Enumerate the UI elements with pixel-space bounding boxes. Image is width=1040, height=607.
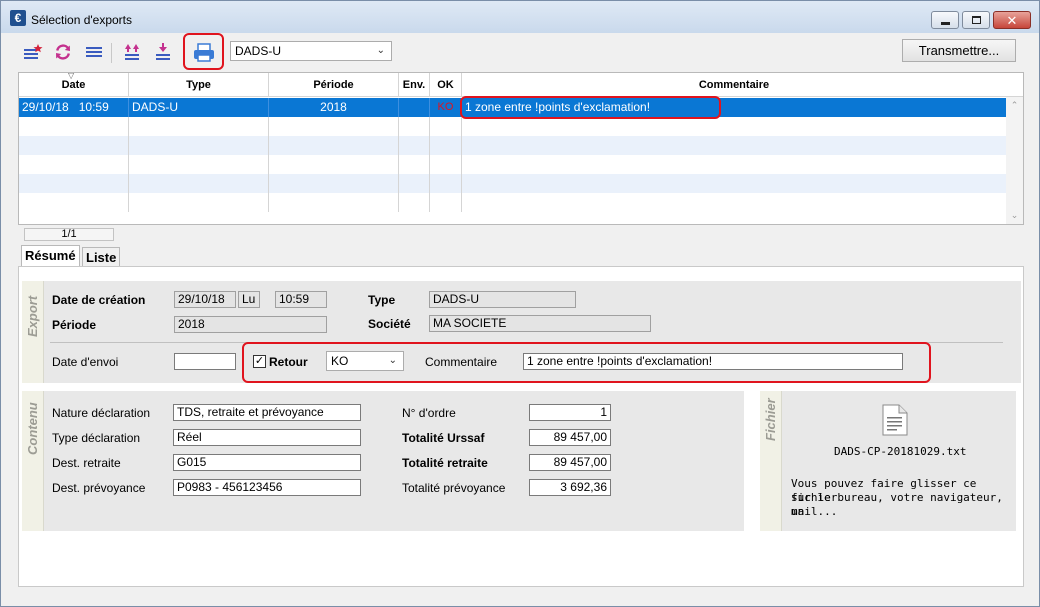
move-down-icon[interactable] (152, 41, 174, 63)
table-row[interactable] (19, 117, 1006, 136)
window-title: Sélection d'exports (31, 13, 133, 27)
tab-liste[interactable]: Liste (82, 247, 121, 267)
cell-type: DADS-U (129, 98, 269, 117)
contenu-side-label: Contenu (22, 391, 44, 531)
date-envoi-label: Date d'envoi (52, 355, 119, 369)
col-header-env[interactable]: Env. (399, 73, 430, 97)
summary-panel: Export Date de création 29/10/18 Lu 10:5… (18, 266, 1024, 587)
chevron-down-icon: ⌄ (376, 45, 385, 56)
table-row[interactable] (19, 136, 1006, 155)
list-icon[interactable] (83, 41, 105, 63)
dest-prevoyance-field: P0983 - 456123456 (173, 479, 361, 496)
export-type-value: DADS-U (235, 44, 282, 58)
retour-checkbox[interactable]: ✓ (253, 355, 266, 368)
type-field: DADS-U (429, 291, 576, 308)
cell-ok: KO (430, 98, 462, 117)
grid-header: ▽ Date Type Période Env. OK Commentaire (19, 73, 1023, 97)
col-header-type[interactable]: Type (129, 73, 269, 97)
maximize-button[interactable] (962, 11, 990, 29)
drag-hint-line3: mail... (791, 505, 838, 518)
totalite-retraite-label: Totalité retraite (402, 456, 488, 470)
cell-date: 29/10/18 10:59 (19, 98, 129, 117)
nature-field: TDS, retraite et prévoyance (173, 404, 361, 421)
societe-field: MA SOCIETE (429, 315, 651, 332)
print-icon[interactable] (193, 42, 215, 64)
export-side-label: Export (22, 281, 44, 383)
totalite-urssaf-field: 89 457,00 (529, 429, 611, 446)
transmit-button[interactable]: Transmettre... (902, 39, 1016, 62)
fichier-section: Fichier DADS-CP-20181029.txt Vous pouvez… (760, 391, 1016, 531)
table-row[interactable] (19, 155, 1006, 174)
close-button[interactable]: ✕ (993, 11, 1031, 29)
minimize-icon (940, 21, 950, 25)
export-selection-window: € Sélection d'exports ✕ DADS-U ⌄ Transme… (0, 0, 1040, 607)
retour-select[interactable]: KO ⌄ (326, 351, 404, 371)
commentaire-label: Commentaire (425, 355, 498, 369)
num-ordre-label: N° d'ordre (402, 406, 456, 420)
chevron-down-icon: ⌄ (388, 355, 397, 366)
title-bar[interactable]: € Sélection d'exports ✕ (1, 1, 1039, 33)
file-name[interactable]: DADS-CP-20181029.txt (834, 445, 966, 458)
day-field: Lu (238, 291, 260, 308)
dest-prevoyance-label: Dest. prévoyance (52, 481, 146, 495)
dest-retraite-label: Dest. retraite (52, 456, 121, 470)
periode-label: Période (52, 318, 97, 332)
type-label: Type (368, 293, 396, 307)
export-type-select[interactable]: DADS-U ⌄ (230, 41, 392, 61)
col-header-date[interactable]: ▽ Date (19, 73, 129, 97)
cell-env (399, 98, 430, 117)
col-header-periode[interactable]: Période (269, 73, 399, 97)
contenu-section: Contenu Nature déclaration TDS, retraite… (22, 391, 744, 531)
date-creation-field: 29/10/18 (174, 291, 236, 308)
exports-grid[interactable]: ▽ Date Type Période Env. OK Commentaire 2… (18, 72, 1024, 225)
refresh-icon[interactable] (52, 41, 74, 63)
dest-retraite-field: G015 (173, 454, 361, 471)
retour-value: KO (331, 354, 349, 368)
list-star-icon[interactable] (22, 41, 44, 63)
col-header-ok[interactable]: OK (430, 73, 462, 97)
maximize-icon (971, 16, 981, 24)
time-field: 10:59 (275, 291, 327, 308)
cell-periode: 2018 (269, 98, 399, 117)
totalite-prevoyance-label: Totalité prévoyance (402, 481, 506, 495)
app-icon: € (10, 10, 26, 26)
fichier-side-label: Fichier (760, 391, 782, 531)
pager: 1/1 (24, 228, 114, 241)
comment-highlight (460, 96, 721, 119)
table-row[interactable] (19, 174, 1006, 193)
checkmark-icon: ✓ (254, 355, 265, 367)
totalite-retraite-field: 89 457,00 (529, 454, 611, 471)
grid-scrollbar[interactable]: ⌃ ⌄ (1006, 97, 1023, 224)
totalite-urssaf-label: Totalité Urssaf (402, 431, 485, 445)
nature-label: Nature déclaration (52, 406, 151, 420)
table-row[interactable] (19, 193, 1006, 212)
scroll-up-icon[interactable]: ⌃ (1006, 100, 1023, 111)
type-decl-label: Type déclaration (52, 431, 141, 445)
col-header-commentaire[interactable]: Commentaire (462, 73, 1006, 97)
totalite-prevoyance-field: 3 692,36 (529, 479, 611, 496)
commentaire-input[interactable]: 1 zone entre !points d'exclamation! (523, 353, 903, 370)
retour-label: Retour (269, 355, 308, 369)
toolbar-separator (111, 43, 112, 63)
text-file-icon[interactable] (882, 404, 908, 436)
type-decl-field: Réel (173, 429, 361, 446)
date-creation-label: Date de création (52, 293, 146, 307)
periode-field: 2018 (174, 316, 327, 333)
num-ordre-field: 1 (529, 404, 611, 421)
client-area: DADS-U ⌄ Transmettre... ▽ Date Type Pério… (7, 33, 1033, 601)
scroll-down-icon[interactable]: ⌄ (1006, 210, 1023, 221)
date-envoi-input[interactable] (174, 353, 236, 370)
tab-resume[interactable]: Résumé (21, 245, 80, 267)
societe-label: Société (368, 317, 411, 331)
export-section: Export Date de création 29/10/18 Lu 10:5… (22, 281, 1021, 383)
sort-arrow-icon: ▽ (68, 72, 75, 80)
move-to-top-icon[interactable] (121, 41, 143, 63)
minimize-button[interactable] (931, 11, 959, 29)
close-icon: ✕ (1006, 12, 1018, 28)
